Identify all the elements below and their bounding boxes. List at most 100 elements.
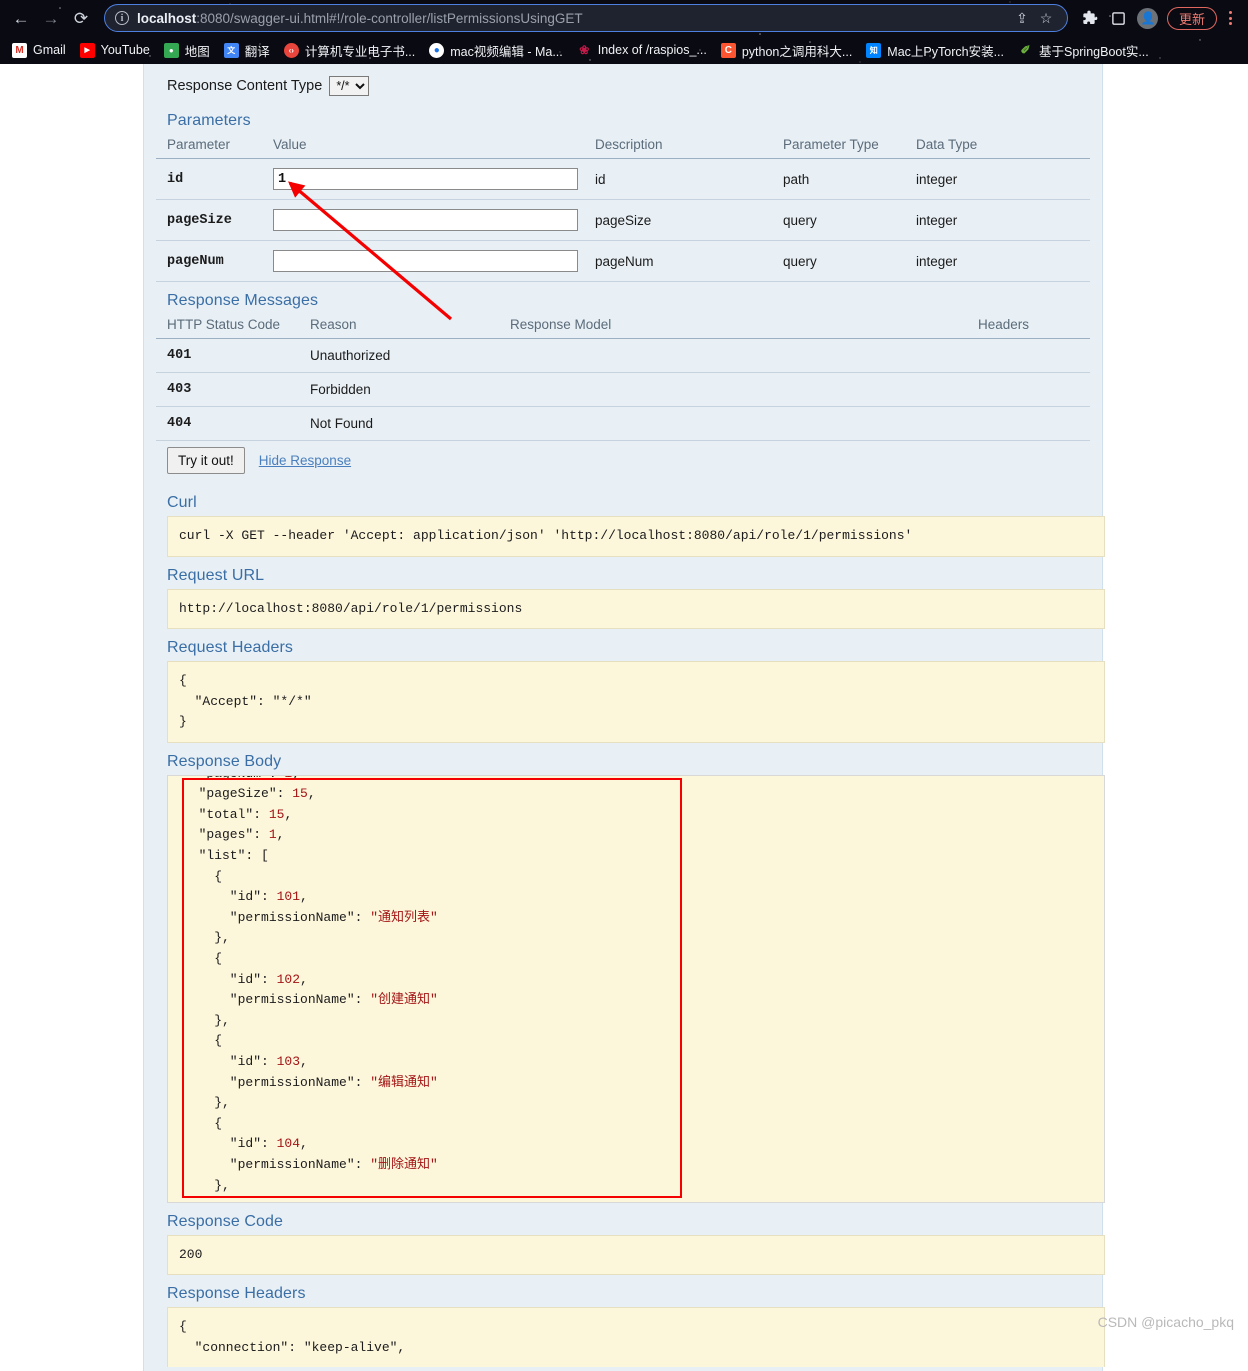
bookmark-label: 翻译: [244, 44, 270, 59]
reload-button[interactable]: ⟳: [68, 5, 94, 31]
page-content: Response Content Type */* Parameters Par…: [0, 64, 1248, 1371]
status-code-401: 401: [156, 338, 299, 373]
column-header-value: Value: [262, 134, 584, 159]
parameter-value-cell-id: [262, 158, 584, 200]
three-dot-menu-icon[interactable]: [1220, 5, 1240, 31]
status-model-403: [499, 372, 967, 407]
pagesize-input[interactable]: [273, 209, 578, 231]
bookmark-label: mac视频编辑 - Ma...: [450, 44, 563, 59]
try-it-out-row: Try it out! Hide Response: [156, 441, 1090, 484]
google-maps-icon: ●: [163, 42, 179, 58]
browser-toolbar: ← → ⟳ i localhost:8080/swagger-ui.html#!…: [0, 0, 1248, 36]
browser-chrome: ← → ⟳ i localhost:8080/swagger-ui.html#!…: [0, 0, 1248, 64]
parameter-datatype-id: integer: [905, 158, 1090, 200]
try-it-out-button[interactable]: Try it out!: [167, 447, 245, 474]
parameters-heading: Parameters: [167, 112, 251, 129]
bookmark-item[interactable]: ❀ Index of /raspios_...: [571, 39, 713, 61]
table-row: pageSize pageSize query integer: [156, 199, 1090, 241]
bookmark-label: Mac上PyTorch安装...: [887, 44, 1004, 59]
request-headers-heading: Request Headers: [167, 639, 294, 657]
bookmark-item[interactable]: 文 翻译: [218, 39, 276, 61]
zhihu-icon: 知: [866, 42, 882, 58]
column-header-parameter: Parameter: [156, 134, 262, 159]
request-url-heading: Request URL: [167, 566, 265, 584]
pagenum-input[interactable]: [273, 250, 578, 272]
status-reason-401: Unauthorized: [299, 338, 499, 373]
bookmark-label: python之调用科大...: [741, 44, 853, 59]
status-model-404: [499, 406, 967, 441]
update-button[interactable]: 更新: [1166, 6, 1217, 30]
bookmark-item[interactable]: ✐ 基于SpringBoot实...: [1012, 39, 1155, 61]
bookmark-label: 地图: [184, 44, 210, 59]
youtube-icon: ▶: [79, 42, 95, 58]
bookmark-label: Index of /raspios_...: [597, 43, 707, 57]
response-code-block: 200: [167, 1234, 1105, 1276]
curl-heading: Curl: [167, 494, 197, 511]
parameter-value-cell-pagesize: [262, 199, 584, 241]
parameter-datatype-pagenum: integer: [905, 240, 1090, 282]
url-host: localhost: [137, 10, 197, 26]
response-messages-table: HTTP Status Code Reason Response Model H…: [156, 314, 1090, 441]
bookmarks-bar: M Gmail ▶ YouTube ● 地图 文 翻译 ‹› 计算机专业电子书.…: [0, 36, 1248, 64]
request-url-code-block: http://localhost:8080/api/role/1/permiss…: [167, 588, 1105, 630]
bookmark-item[interactable]: ‹› 计算机专业电子书...: [278, 39, 421, 61]
bookmark-item[interactable]: 知 Mac上PyTorch安装...: [860, 39, 1010, 61]
response-headers-code-block: { "connection": "keep-alive",: [167, 1307, 1105, 1368]
status-headers-403: [967, 372, 1090, 407]
parameter-type-id: path: [772, 158, 905, 200]
table-row: 403 Forbidden: [156, 372, 1090, 407]
column-header-description: Description: [584, 134, 772, 159]
table-row: 401 Unauthorized: [156, 338, 1090, 373]
hide-response-link[interactable]: Hide Response: [259, 453, 351, 468]
bookmark-item[interactable]: ● 地图: [158, 39, 216, 61]
parameter-description-pagesize: pageSize: [584, 199, 772, 241]
table-row: pageNum pageNum query integer: [156, 240, 1090, 282]
swagger-operation-panel: Response Content Type */* Parameters Par…: [143, 64, 1105, 1371]
parameter-name-pagenum: pageNum: [156, 240, 262, 282]
raspberry-pi-icon: ❀: [579, 43, 590, 57]
curl-code-block: curl -X GET --header 'Accept: applicatio…: [167, 516, 1105, 557]
response-content-type-row: Response Content Type */*: [156, 64, 1090, 102]
account-avatar-icon[interactable]: 👤: [1135, 5, 1161, 31]
status-headers-404: [967, 406, 1090, 441]
star-icon[interactable]: ☆: [1035, 7, 1057, 29]
site-info-icon[interactable]: i: [115, 11, 129, 25]
response-headers-heading: Response Headers: [167, 1285, 306, 1303]
parameter-datatype-pagesize: integer: [905, 199, 1090, 241]
response-content-type-label: Response Content Type: [167, 78, 323, 94]
status-model-401: [499, 338, 967, 373]
back-button[interactable]: ←: [8, 5, 34, 31]
parameter-value-cell-pagenum: [262, 240, 584, 282]
status-reason-403: Forbidden: [299, 372, 499, 407]
puzzle-piece-icon[interactable]: [1077, 5, 1103, 31]
parameter-name-id: id: [156, 158, 262, 200]
bookmark-label: Gmail: [33, 43, 66, 57]
parameter-type-pagenum: query: [772, 240, 905, 282]
response-content-type-select[interactable]: */*: [329, 76, 370, 96]
response-code-heading: Response Code: [167, 1212, 284, 1230]
column-header-data-type: Data Type: [905, 134, 1090, 159]
table-row: 404 Not Found: [156, 406, 1090, 441]
bookmark-item[interactable]: M Gmail: [6, 39, 72, 61]
bookmark-label: 基于SpringBoot实...: [1038, 44, 1149, 59]
side-panel-icon[interactable]: [1106, 5, 1132, 31]
bookmark-label: 计算机专业电子书...: [304, 44, 416, 59]
chrome-icon: ●: [429, 42, 445, 58]
response-body-scroll-container[interactable]: "pageNum": 1, "pageSize": 15, "total": 1…: [167, 774, 1105, 1203]
request-headers-code-block: { "Accept": "*/*" }: [167, 661, 1105, 743]
bookmark-item[interactable]: ● mac视频编辑 - Ma...: [423, 39, 569, 61]
bookmark-label: YouTube: [100, 43, 150, 57]
forward-button[interactable]: →: [38, 5, 64, 31]
bookmark-item[interactable]: ▶ YouTube: [74, 39, 156, 61]
status-code-403: 403: [156, 372, 299, 407]
id-input[interactable]: [273, 168, 578, 190]
bookmark-item[interactable]: C python之调用科大...: [715, 39, 858, 61]
response-messages-heading: Response Messages: [167, 292, 319, 309]
parameters-header-row: Parameter Value Description Parameter Ty…: [156, 134, 1090, 159]
column-header-http-status-code: HTTP Status Code: [156, 314, 299, 339]
csdn-watermark: CSDN @picacho_pkq: [1097, 1314, 1234, 1330]
column-header-response-headers: Headers: [967, 314, 1090, 339]
share-icon[interactable]: ⇪: [1011, 7, 1033, 29]
google-translate-icon: 文: [223, 42, 239, 58]
address-bar[interactable]: i localhost:8080/swagger-ui.html#!/role-…: [104, 4, 1068, 32]
